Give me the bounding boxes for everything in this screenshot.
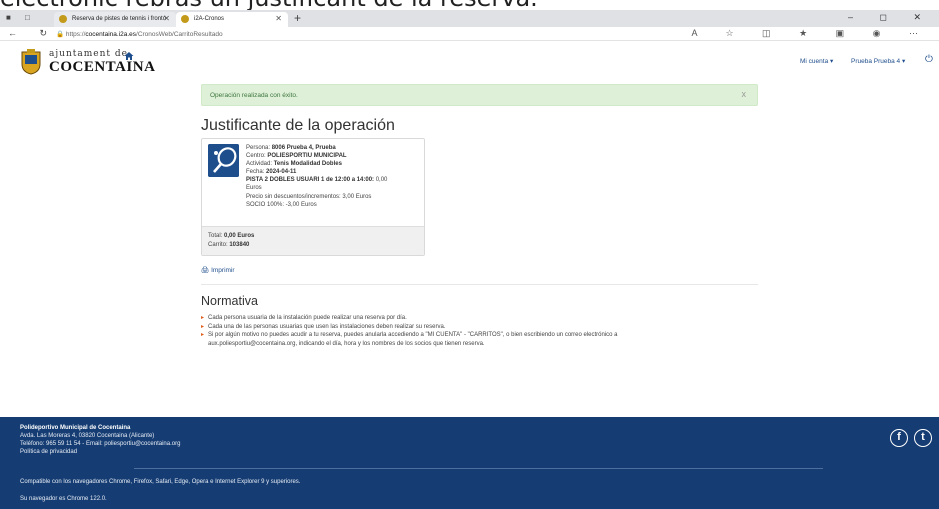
user-menu[interactable]: Prueba Prueba 4 ▾ [851, 57, 905, 65]
tab-close-icon[interactable]: ✕ [163, 14, 170, 23]
carrito-value: 103840 [229, 242, 250, 248]
footer-browser-info: Su navegador es Chrome 122.0. [20, 496, 107, 502]
tennis-racket-icon [208, 144, 239, 177]
footer-divider [134, 468, 823, 469]
browser-left-icons[interactable]: ■ □ [6, 13, 36, 22]
receipt-details: Persona: 8006 Prueba 4, Prueba Centro: P… [246, 144, 418, 209]
back-reload-icons[interactable]: ← ↻ [8, 28, 57, 39]
carrito-label: Carrito: [208, 242, 228, 248]
tab-favicon-icon [59, 15, 67, 23]
section-divider [201, 284, 758, 285]
receipt-footer: Total: 0,00 Euros Carrito: 103840 [202, 226, 424, 255]
twitter-icon[interactable]: t [914, 429, 932, 447]
fecha-label: Fecha: [246, 169, 265, 176]
persona-value: 8006 Prueba 4, Prueba [271, 145, 336, 151]
tab-favicon-icon [181, 15, 189, 23]
actividad-value: Tenis Modalidad Dobles [273, 161, 342, 168]
fecha-value: 2024-04-11 [266, 169, 297, 176]
carrito-row: Carrito: 103840 [208, 242, 249, 248]
centro-value: POLIESPORTIU MUNICIPAL [267, 153, 347, 160]
persona-label: Persona: [246, 145, 271, 151]
rule-item-continuation: aux.poliesportiu@cocentaina.org, indican… [208, 340, 485, 347]
pista-value: PISTA 2 DOBLES USUARI 1 de 12:00 a 14:00… [246, 177, 375, 184]
success-alert: Operación realizada con éxito. x [201, 84, 758, 106]
footer-contact: Teléfono: 965 59 11 54 - Email: poliespo… [20, 441, 181, 447]
coat-of-arms-logo[interactable] [19, 48, 43, 75]
url-host: cocentaina.i2a.es [85, 31, 137, 38]
url-prefix: https:// [65, 31, 86, 38]
rule-item: Si por algún motivo no puedes acudir a t… [201, 331, 618, 340]
socio-line: SOCIO 100%: -3,00 Euros [246, 201, 317, 208]
tab-reserva[interactable]: Reserva de pistes de tennis i frontó ✕ [54, 12, 176, 27]
fecha-row: Fecha: 2024-04-11 [246, 168, 418, 176]
footer-address: Avda. Las Moreras 4, 03820 Cocentaina (A… [20, 433, 155, 439]
logo-line2: COCENTAINA [49, 59, 156, 75]
alert-message: Operación realizada con éxito. [210, 92, 298, 99]
total-row: Total: 0,00 Euros [208, 233, 254, 239]
page-title: Justificante de la operación [201, 117, 395, 134]
my-account-menu[interactable]: Mi cuenta ▾ [800, 57, 833, 65]
total-label: Total: [208, 233, 223, 239]
tab-cronos[interactable]: i2A-Cronos ✕ [176, 12, 288, 27]
site-header: ajuntament de COCENTAINA Mi cuenta ▾ Pru… [0, 41, 939, 87]
window-controls[interactable]: – ◻ ✕ [848, 12, 933, 23]
pista-price: 0,00 [375, 177, 388, 184]
centro-label: Centro: [246, 153, 266, 160]
power-icon[interactable]: ⏻ [925, 54, 933, 65]
tab-reserva-label: Reserva de pistes de tennis i frontó [72, 16, 167, 22]
top-caption: electrònic rebràs un justificant de la r… [0, 0, 939, 10]
precio-line: Precio sin descuentos/incrementos: 3,00 … [246, 193, 372, 200]
tab-cronos-label: i2A-Cronos [194, 16, 225, 22]
logo-line1: ajuntament de [49, 49, 128, 59]
receipt-card: Persona: 8006 Prueba 4, Prueba Centro: P… [201, 138, 425, 256]
alert-close-icon[interactable]: x [742, 89, 747, 99]
rule-item: Cada una de las personas usuarias que us… [201, 323, 618, 332]
centro-row: Centro: POLIESPORTIU MUNICIPAL [246, 152, 418, 160]
print-label: Imprimir [211, 267, 235, 274]
normativa-title: Normativa [201, 294, 258, 308]
actividad-label: Actividad: [246, 161, 273, 168]
rule-item: Cada persona usuaria de la instalación p… [201, 314, 618, 323]
site-footer: Polideportivo Municipal de Cocentaina Av… [0, 417, 939, 509]
url-field[interactable]: 🔒 https://cocentaina.i2a.es/CronosWeb/Ca… [56, 30, 223, 38]
printer-icon: 🖨 [201, 267, 210, 274]
pista-row: PISTA 2 DOBLES USUARI 1 de 12:00 a 14:00… [246, 176, 418, 184]
print-link[interactable]: 🖨 Imprimir [201, 266, 235, 274]
privacy-link[interactable]: Política de privacidad [20, 449, 77, 455]
tab-close-icon[interactable]: ✕ [275, 14, 282, 23]
address-bar: ← ↻ 🔒 https://cocentaina.i2a.es/CronosWe… [0, 27, 939, 41]
home-icon[interactable] [124, 51, 134, 61]
top-caption-text: electrònic rebràs un justificant de la r… [0, 0, 538, 10]
persona-row: Persona: 8006 Prueba 4, Prueba [246, 144, 418, 152]
receipt-body: Persona: 8006 Prueba 4, Prueba Centro: P… [202, 139, 424, 226]
total-value: 0,00 Euros [224, 233, 255, 239]
pista-unit: Euros [246, 185, 262, 192]
browser-tab-bar: ■ □ Reserva de pistes de tennis i frontó… [0, 10, 939, 27]
browser-toolbar-icons[interactable]: A ☆ ◫ ★ ▣ ◉ ⋯ [691, 28, 931, 39]
new-tab-icon[interactable]: + [294, 11, 301, 25]
facebook-icon[interactable]: f [890, 429, 908, 447]
url-path: /CronosWeb/CarritoResultado [136, 31, 223, 38]
actividad-row: Actividad: Tenis Modalidad Dobles [246, 160, 418, 168]
footer-compat: Compatible con los navegadores Chrome, F… [20, 479, 301, 485]
footer-name: Polideportivo Municipal de Cocentaina [20, 425, 131, 431]
normativa-rules: Cada persona usuaria de la instalación p… [201, 314, 618, 348]
